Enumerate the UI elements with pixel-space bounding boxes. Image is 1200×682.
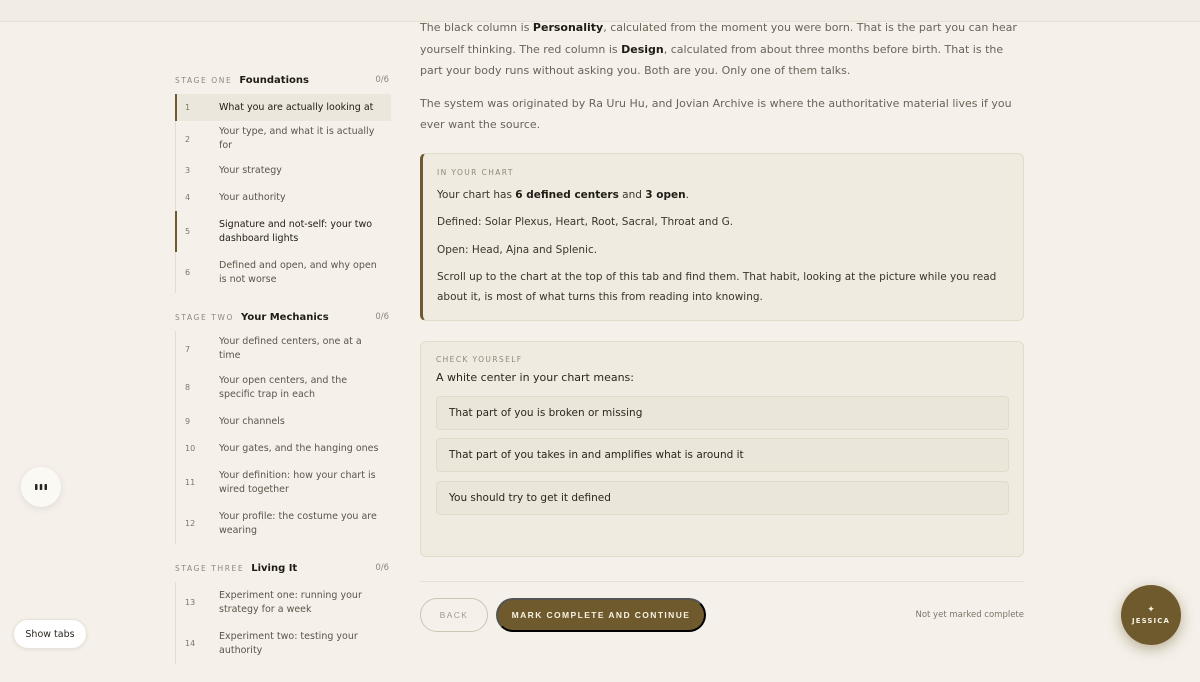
lesson-item[interactable]: 6 Defined and open, and why open is not … <box>175 252 391 293</box>
assistant-jessica-button[interactable]: ✦ JESSICA <box>1121 585 1181 645</box>
stage-progress-count: 0/6 <box>375 563 389 573</box>
lesson-number: 6 <box>185 268 191 277</box>
text-run: . <box>685 188 689 201</box>
lesson-title: Experiment one: running your strategy fo… <box>219 589 362 615</box>
quiz-option[interactable]: That part of you is broken or missing <box>436 395 1009 430</box>
chart-summary: Your chart has 6 defined centers and 3 o… <box>437 185 1009 205</box>
lesson-title: Your defined centers, one at a time <box>219 336 362 361</box>
back-button[interactable]: BACK <box>420 597 488 632</box>
lesson-item[interactable]: 11 Your definition: how your chart is wi… <box>175 462 391 503</box>
lesson-number: 12 <box>185 519 196 528</box>
body-paragraph: The black column is Personality, calcula… <box>420 17 1024 82</box>
lesson-number: 5 <box>185 227 191 236</box>
bars-icon <box>35 484 47 490</box>
lesson-item[interactable]: 4 Your authority <box>175 184 391 211</box>
open-count: 3 open <box>645 188 686 201</box>
stage-kicker: STAGE TWO <box>175 312 234 322</box>
lesson-item[interactable]: 1 What you are actually looking at <box>175 94 391 121</box>
show-tabs-button[interactable]: Show tabs <box>13 619 87 649</box>
lesson-actions: BACK MARK COMPLETE AND CONTINUE Not yet … <box>420 597 1024 632</box>
stage-title: Your Mechanics <box>241 311 329 323</box>
defined-count: 6 defined centers <box>515 188 619 201</box>
lesson-number: 14 <box>185 639 196 648</box>
mark-complete-button[interactable]: MARK COMPLETE AND CONTINUE <box>496 597 706 632</box>
open-centers: Open: Head, Ajna and Splenic. <box>437 243 598 256</box>
lesson-title: Your type, and what it is actually for <box>219 126 375 151</box>
quiz-card: CHECK YOURSELF A white center in your ch… <box>420 340 1024 557</box>
more-menu-button[interactable] <box>21 467 61 507</box>
text-run: and <box>618 188 646 201</box>
lesson-number: 9 <box>185 417 191 426</box>
card-kicker: CHECK YOURSELF <box>436 354 523 364</box>
lesson-number: 7 <box>185 344 191 354</box>
assistant-name: JESSICA <box>1131 616 1170 625</box>
chart-callout-card: IN YOUR CHART Your chart has 6 defined c… <box>420 152 1024 321</box>
text-run: Your chart has <box>437 188 516 201</box>
divider <box>420 580 1024 582</box>
lesson-number: 3 <box>185 166 191 175</box>
lesson-item[interactable]: 7 Your defined centers, one at a time <box>175 331 391 367</box>
lesson-number: 10 <box>185 444 196 453</box>
lesson-title: Your gates, and the hanging ones <box>219 442 379 454</box>
quiz-option[interactable]: That part of you takes in and amplifies … <box>436 438 1009 472</box>
stage-title: Foundations <box>239 74 309 86</box>
stage-header-foundations: STAGE ONE Foundations 0/6 <box>175 70 391 90</box>
stage-kicker: STAGE ONE <box>175 75 233 85</box>
lesson-sidebar: STAGE ONE Foundations 0/6 1 What you are… <box>175 70 391 678</box>
sparkle-icon: ✦ <box>1147 604 1155 615</box>
lesson-item[interactable]: 14 Experiment two: testing your authorit… <box>175 623 391 664</box>
lesson-item[interactable]: 10 Your gates, and the hanging ones <box>175 435 391 462</box>
lesson-item[interactable]: 2 Your type, and what it is actually for <box>175 121 391 157</box>
lesson-list: 7 Your defined centers, one at a time 8 … <box>175 331 391 544</box>
chart-tip: Scroll up to the chart at the top of thi… <box>437 271 997 303</box>
stage-kicker: STAGE THREE <box>175 563 245 573</box>
lesson-item[interactable]: 13 Experiment one: running your strategy… <box>175 582 391 623</box>
emphasis-personality: Personality <box>532 21 604 34</box>
lesson-title: Your definition: how your chart is wired… <box>219 469 376 495</box>
lesson-title: Signature and not-self: your two dashboa… <box>219 218 373 244</box>
defined-centers: Defined: Solar Plexus, Heart, Root, Sacr… <box>437 216 734 228</box>
lesson-title: Your channels <box>219 415 285 427</box>
stage-title: Living It <box>251 562 298 574</box>
lesson-title: Your authority <box>219 191 286 203</box>
lesson-title: Defined and open, and why open is not wo… <box>219 259 377 285</box>
stage-progress-count: 0/6 <box>375 75 389 85</box>
lesson-list: 13 Experiment one: running your strategy… <box>175 582 391 664</box>
lesson-number: 4 <box>185 193 191 202</box>
stage-header-your-mechanics: STAGE TWO Your Mechanics 0/6 <box>175 307 391 327</box>
lesson-number: 2 <box>185 134 191 144</box>
lesson-content: The black column is Personality, calcula… <box>420 17 1024 632</box>
stage-progress-count: 0/6 <box>375 312 389 322</box>
lesson-title: What you are actually looking at <box>219 101 374 113</box>
lesson-title: Experiment two: testing your authority <box>219 630 358 656</box>
lesson-number: 1 <box>185 103 191 112</box>
completion-status: Not yet marked complete <box>915 609 1024 620</box>
emphasis-design: Design <box>621 42 664 56</box>
lesson-item[interactable]: 12 Your profile: the costume you are wea… <box>175 503 391 544</box>
lesson-title: Your strategy <box>219 164 282 176</box>
lesson-title: Your profile: the costume you are wearin… <box>219 510 377 536</box>
lesson-title: Your open centers, and the specific trap… <box>219 374 348 400</box>
lesson-item[interactable]: 5 Signature and not-self: your two dashb… <box>175 211 391 252</box>
card-kicker: IN YOUR CHART <box>437 167 514 177</box>
lesson-number: 8 <box>185 383 191 392</box>
lesson-number: 13 <box>185 598 196 607</box>
quiz-question: A white center in your chart means: <box>436 370 634 384</box>
text-run: The black column is <box>420 21 533 34</box>
lesson-item[interactable]: 8 Your open centers, and the specific tr… <box>175 367 391 408</box>
lesson-number: 11 <box>185 478 196 487</box>
lesson-item[interactable]: 3 Your strategy <box>175 157 391 184</box>
lesson-list: 1 What you are actually looking at 2 You… <box>175 94 391 293</box>
stage-header-living-it: STAGE THREE Living It 0/6 <box>175 558 391 578</box>
quiz-option[interactable]: You should try to get it defined <box>436 480 1009 515</box>
body-paragraph: The system was originated by Ra Uru Hu, … <box>420 96 1012 132</box>
lesson-item[interactable]: 9 Your channels <box>175 408 391 435</box>
